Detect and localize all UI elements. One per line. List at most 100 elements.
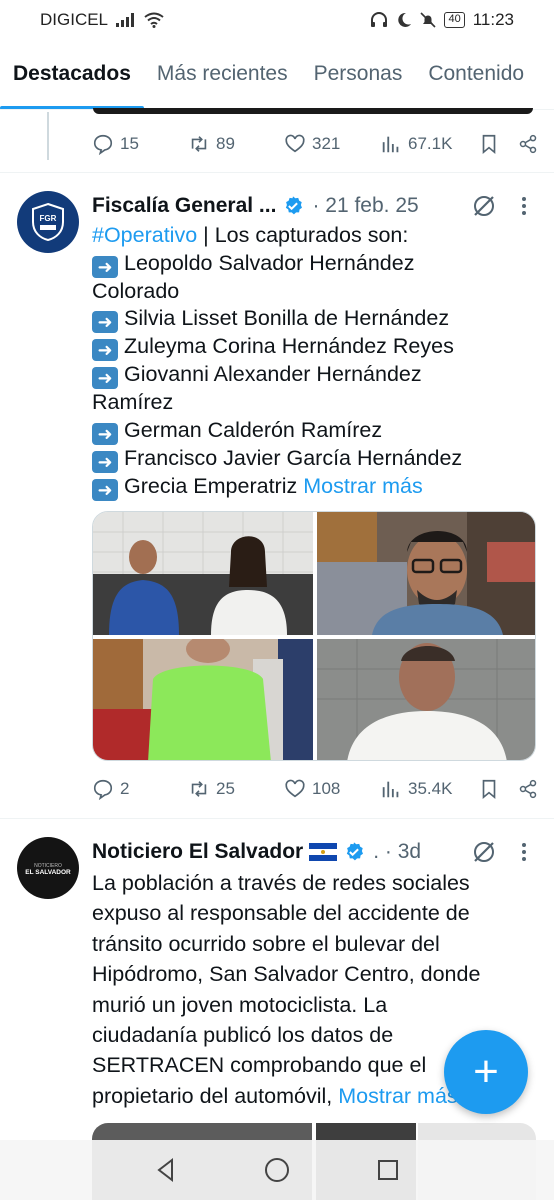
bookmark-button[interactable] [478,778,518,800]
status-bar: DIGICEL 40 11:23 [0,0,554,40]
views-icon [382,136,399,153]
like-count: 108 [312,779,341,798]
shield-icon: FGR [32,202,64,242]
views-button[interactable]: 35.4K [380,778,478,800]
views-icon [382,781,399,798]
bell-off-icon [420,12,437,28]
views-count: 67.1K [408,134,453,153]
grok-icon[interactable] [471,839,497,865]
media-photo-2[interactable] [317,512,535,635]
reply-count: 15 [120,134,139,153]
show-more-link[interactable]: Mostrar más [303,474,422,498]
compose-button[interactable]: + [444,1030,528,1114]
tab-mas-recientes[interactable]: Más recientes [144,52,301,109]
previous-tweet-media[interactable] [93,108,533,114]
tweet-text: Francisco Javier García Hernández [124,445,463,470]
carrier-label: DIGICEL [40,10,109,29]
tweet-text: tránsito ocurrido sobre el bulevar del [92,931,440,956]
grok-icon[interactable] [471,193,497,219]
tweet-text: Hipódromo, San Salvador Centro, donde [92,962,481,987]
search-tabs: Destacados Más recientes Personas Conten… [0,52,554,110]
arrow-right-icon: ➜ [92,367,118,390]
previous-tweet-actions: 15 89 321 67.1K [92,129,538,159]
avatar-label: FGR [40,214,57,223]
tweet-text: Ramírez [92,390,174,415]
tweet-text: Zuleyma Corina Hernández Reyes [124,334,454,359]
share-button[interactable] [518,778,538,800]
show-more-link[interactable]: Mostrar más [338,1084,457,1108]
bookmark-button[interactable] [478,133,518,155]
heart-icon [285,779,305,798]
system-nav-bar [0,1140,554,1200]
arrow-right-icon: ➜ [92,450,118,473]
divider [0,818,554,819]
tab-destacados[interactable]: Destacados [0,52,144,109]
repost-button[interactable]: 25 [188,778,284,800]
arrow-right-icon: ➜ [92,311,118,334]
share-button[interactable] [518,133,538,155]
tweet2-header: Noticiero El Salvador . · 3d [92,837,537,867]
tweet-text: Leopoldo Salvador Hernández [124,250,415,275]
signal-icon [116,13,136,27]
more-options-icon[interactable] [521,196,527,216]
views-count: 35.4K [408,779,453,798]
tweet-text: Giovanni Alexander Hernández [124,362,422,387]
reply-button[interactable]: 2 [92,778,188,800]
like-button[interactable]: 108 [284,778,380,800]
tweet-text: La población a través de redes sociales [92,871,470,895]
wifi-icon [144,12,164,28]
bookmark-icon [482,779,496,800]
like-button[interactable]: 321 [284,133,380,155]
views-button[interactable]: 67.1K [380,133,478,155]
tweet-text: Grecia Emperatriz [124,473,298,498]
divider [0,172,554,173]
heart-icon [285,134,305,153]
clock: 11:23 [472,10,514,29]
media-photo-4[interactable] [317,639,535,760]
reply-icon [93,779,113,800]
verified-badge-icon [343,841,365,863]
recents-icon[interactable] [368,1150,408,1190]
repost-icon [191,781,207,797]
tweet1-body: #Operativo | Los capturados son: ➜ Leopol… [92,222,542,501]
reply-icon [93,134,113,155]
arrow-right-icon: ➜ [92,478,118,501]
share-icon [519,779,537,799]
repost-icon [191,136,207,152]
noticiero-logo-icon: NOTICIERO EL SALVADOR [25,863,71,876]
media-photo-3[interactable] [93,639,313,760]
arrow-right-icon: ➜ [92,422,118,445]
media-photo-1[interactable] [93,512,313,635]
repost-button[interactable]: 89 [188,133,284,155]
tab-contenido[interactable]: Contenido [415,52,537,109]
tweet-text: Colorado [92,278,180,303]
reply-count: 2 [120,779,130,798]
tweet-text: propietario del automóvil, [92,1083,333,1108]
avatar-noticiero[interactable]: NOTICIERO EL SALVADOR [17,837,79,899]
tweet-text: | Los capturados son: [197,223,409,247]
arrow-right-icon: ➜ [92,339,118,362]
battery-level: 40 [444,12,465,28]
back-icon[interactable] [146,1150,186,1190]
el-salvador-flag-icon [309,843,338,861]
home-icon[interactable] [257,1150,297,1190]
more-options-icon[interactable] [521,842,527,862]
plus-icon: + [473,1047,499,1096]
tweet1-media-grid [92,511,536,761]
hashtag-link[interactable]: #Operativo [92,223,197,247]
tweet-text: German Calderón Ramírez [124,417,383,442]
tweet-date[interactable]: . · 3d [373,840,421,864]
tab-personas[interactable]: Personas [301,52,416,109]
author-name[interactable]: Fiscalía General ... [92,194,276,218]
moon-icon [396,12,412,28]
tweet-text: expuso al responsable del accidente de [92,901,470,926]
tweet-date[interactable]: · 21 feb. 25 [312,194,418,218]
like-count: 321 [312,134,341,153]
tweet-text: Silvia Lisset Bonilla de Hernández [124,306,450,331]
arrow-right-icon: ➜ [92,255,118,278]
tweet1-header: Fiscalía General ... · 21 feb. 25 [92,191,537,221]
author-name[interactable]: Noticiero El Salvador [92,840,303,864]
tweet-text: murió un joven motociclista. La [92,992,388,1017]
avatar-fiscalia[interactable]: FGR [17,191,79,253]
reply-button[interactable]: 15 [92,133,188,155]
